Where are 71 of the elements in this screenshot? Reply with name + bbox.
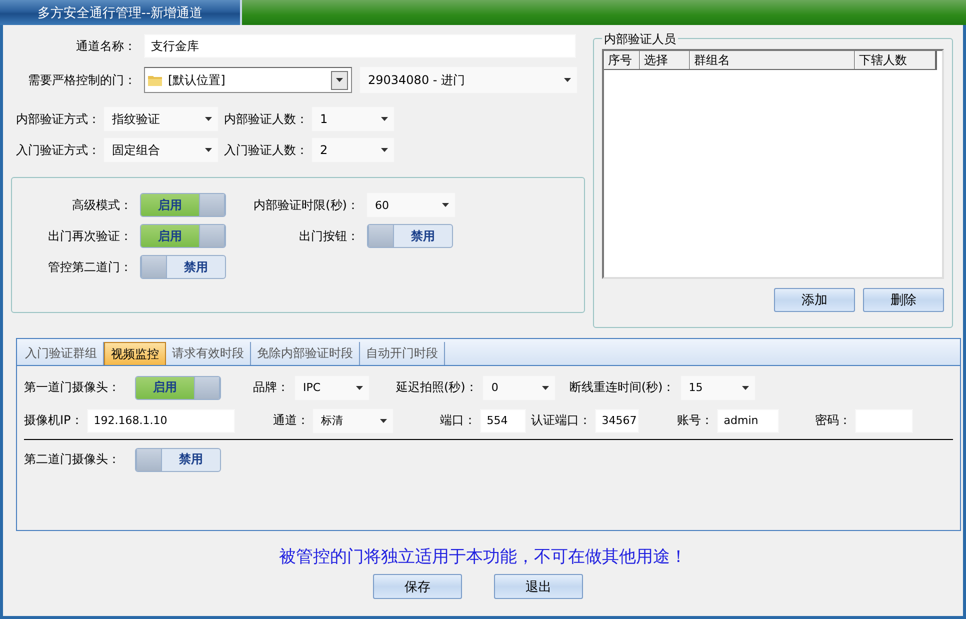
toggle-switch[interactable]: 启用: [140, 224, 226, 248]
dropdown-arrow-icon: [356, 386, 363, 390]
tab[interactable]: 视频监控: [104, 342, 166, 365]
column-header[interactable]: 下辖人数: [855, 51, 935, 69]
input-field[interactable]: admin: [716, 408, 779, 432]
field-label: 高级模式：: [71, 196, 132, 214]
dropdown[interactable]: 1: [312, 107, 394, 131]
field-label: 断线重连时间(秒)：: [569, 379, 675, 396]
field-label: 认证端口：: [530, 412, 591, 429]
dropdown-arrow-icon: [564, 78, 571, 82]
action-button[interactable]: 删除: [863, 288, 944, 312]
dropdown-arrow-icon: [442, 203, 449, 207]
field-label: 品牌：: [253, 379, 289, 396]
toggle-switch[interactable]: 禁用: [140, 255, 226, 279]
toggle-switch[interactable]: 启用: [135, 376, 221, 400]
field-label: 内部验证方式：: [15, 110, 100, 128]
field-label: 需要严格控制的门：: [27, 72, 136, 88]
input-field[interactable]: 192.168.1.10: [86, 408, 235, 432]
field-label: 通道：: [272, 412, 309, 429]
group-title: 内部验证人员: [602, 31, 678, 48]
dropdown[interactable]: 15: [680, 376, 755, 400]
dropdown-arrow-icon: [381, 117, 388, 121]
column-header[interactable]: 选择: [640, 51, 690, 69]
field-label: 管控第二道门：: [47, 258, 132, 276]
dropdown[interactable]: 0: [483, 376, 556, 400]
dropdown[interactable]: 指纹验证: [104, 107, 218, 131]
field-label: 延迟拍照(秒)：: [396, 379, 478, 396]
dropdown[interactable]: 固定组合: [104, 138, 218, 162]
field-label: 入门验证人数：: [223, 142, 308, 158]
field-label: 第一道门摄像头：: [24, 379, 120, 396]
toggle-switch[interactable]: 启用: [140, 193, 226, 217]
dropdown-arrow-icon: [542, 386, 550, 390]
field-label: 内部验证时限(秒)：: [252, 196, 359, 214]
dropdown-arrow-icon: [380, 418, 387, 422]
tab[interactable]: 自动开门时段: [360, 342, 445, 365]
field-label: 账号：: [676, 412, 713, 429]
folder-icon: [148, 74, 162, 86]
dropdown[interactable]: 标清: [312, 408, 393, 432]
action-button[interactable]: 退出: [494, 574, 583, 599]
input-field[interactable]: 34567: [594, 408, 639, 432]
dropdown-arrow-icon: [381, 148, 388, 152]
dropdown-arrow-icon: [205, 117, 212, 121]
field-label: 入门验证方式：: [15, 142, 100, 158]
dropdown[interactable]: 2: [312, 138, 394, 162]
column-header[interactable]: 群组名: [690, 51, 855, 69]
tab[interactable]: 请求有效时段: [166, 342, 251, 365]
dropdown[interactable]: 60: [367, 193, 455, 217]
warning-text: 被管控的门将独立适用于本功能，不可在做其他用途！: [278, 546, 688, 568]
field-label: 第二道门摄像头：: [24, 451, 120, 468]
tab[interactable]: 免除内部验证时段: [251, 342, 360, 365]
window-title: 多方安全通行管理--新增通道: [0, 0, 242, 25]
column-header[interactable]: 序号: [604, 51, 640, 69]
field-label: 内部验证人数：: [223, 110, 308, 128]
field-label: 端口：: [440, 412, 476, 429]
input-field[interactable]: 554: [480, 408, 526, 432]
input-field[interactable]: 支行金库: [144, 34, 576, 58]
dropdown-arrow-icon: [742, 386, 749, 390]
field-label: 出门按钮：: [298, 228, 359, 244]
action-button[interactable]: 保存: [373, 574, 462, 599]
action-button[interactable]: 添加: [774, 288, 855, 312]
toggle-switch[interactable]: 禁用: [135, 448, 221, 472]
toggle-switch[interactable]: 禁用: [367, 224, 453, 248]
field-label: 摄像机IP：: [24, 412, 83, 429]
dropdown-arrow-icon: [205, 148, 212, 152]
dropdown-arrow-icon: [336, 78, 343, 82]
dropdown[interactable]: 29034080 - 进门: [360, 67, 577, 93]
field-label: 通道名称：: [75, 38, 136, 54]
field-label: 密码：: [814, 412, 851, 429]
field-label: 出门再次验证：: [47, 228, 132, 244]
dropdown[interactable]: IPC: [295, 376, 369, 400]
location-dropdown[interactable]: [默认位置]: [144, 67, 352, 93]
